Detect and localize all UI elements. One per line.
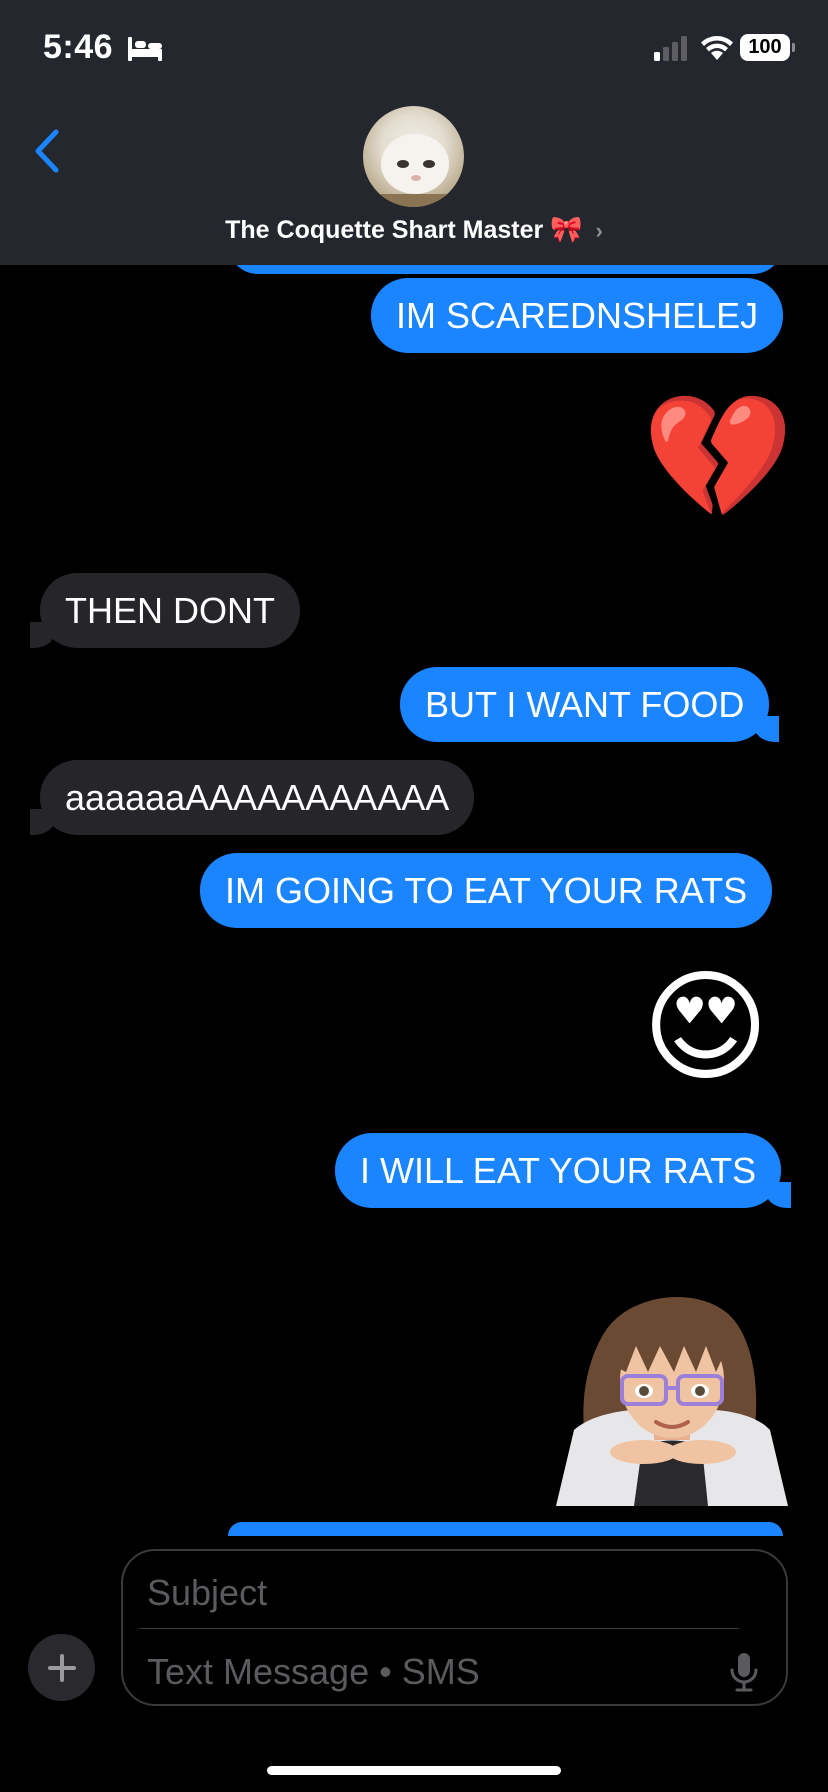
contact-avatar[interactable]: [363, 106, 464, 207]
ribbon-emoji: 🎀: [550, 214, 583, 244]
message-bubble-sent[interactable]: I WILL EAT YOUR RATS: [335, 1133, 792, 1208]
message-bubble-sent[interactable]: IM GOING TO EAT YOUR RATS: [200, 853, 773, 928]
status-time: 5:46: [43, 28, 114, 66]
home-indicator[interactable]: [267, 1766, 561, 1775]
add-attachment-button[interactable]: [28, 1634, 95, 1701]
contact-name-text: The Coquette Shart Master: [225, 216, 544, 244]
wifi-icon: [701, 36, 733, 60]
messages-screen: IM SCAREDNSHELEJ 💔 THEN DONT BUT I WANT …: [0, 0, 828, 1792]
contact-name[interactable]: The Coquette Shart Master 🎀 ›: [0, 214, 828, 245]
battery-icon: 100: [740, 34, 795, 61]
memoji-sticker[interactable]: [556, 1280, 788, 1506]
subject-input[interactable]: [147, 1571, 747, 1615]
cellular-signal-icon: [654, 36, 687, 61]
conversation-header: 5:46 100 The Coquette Shart Master 🎀 ›: [0, 0, 828, 265]
message-input[interactable]: [147, 1649, 727, 1695]
microphone-icon[interactable]: [729, 1651, 759, 1693]
chevron-left-icon[interactable]: [30, 128, 66, 174]
chevron-right-icon: ›: [595, 218, 603, 243]
plus-icon: [47, 1653, 76, 1682]
partial-sent-bubble-bottom: [228, 1522, 783, 1536]
message-composer: [121, 1549, 788, 1706]
composer-divider: [139, 1628, 739, 1629]
heart-eyes-emoji[interactable]: 😍: [642, 966, 769, 1088]
battery-level: 100: [748, 36, 782, 58]
message-bubble-received[interactable]: aaaaaaAAAAAAAAAAA: [29, 760, 475, 835]
message-bubble-sent[interactable]: IM SCAREDNSHELEJ: [371, 278, 784, 353]
broken-heart-emoji[interactable]: 💔: [642, 396, 794, 518]
bed-icon: [128, 37, 162, 61]
message-bubble-received[interactable]: THEN DONT: [30, 573, 300, 648]
message-bubble-sent[interactable]: BUT I WANT FOOD: [400, 667, 780, 742]
